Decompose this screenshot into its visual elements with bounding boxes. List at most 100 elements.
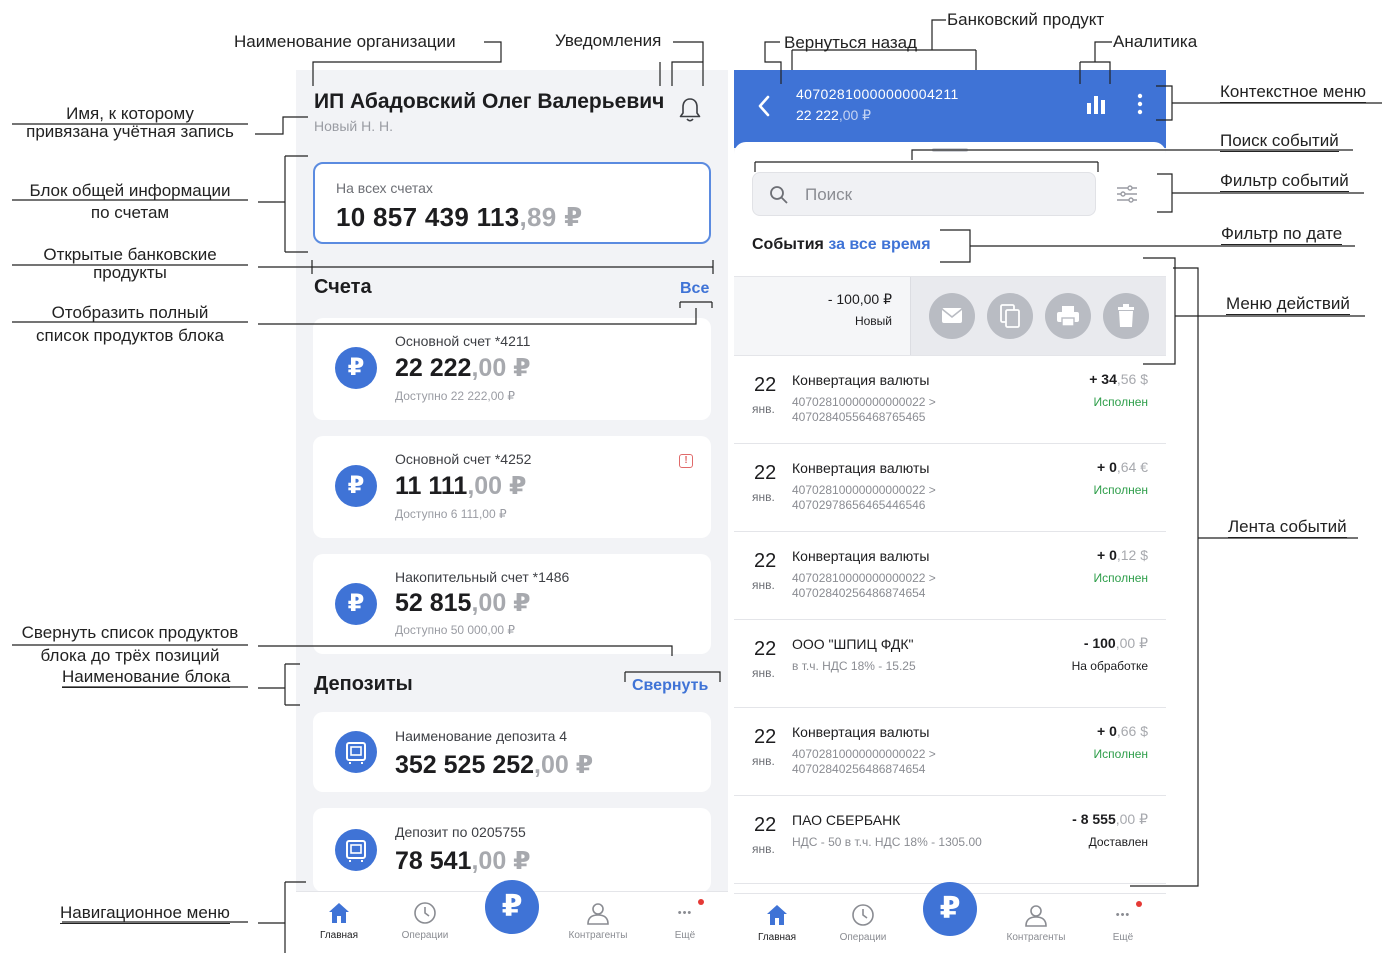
nav-contractors[interactable]: Контрагенты (558, 900, 638, 941)
trash-icon (1118, 304, 1134, 327)
account-screen: 40702810000000004211 22 222,00 ₽ Поиск С… (734, 70, 1166, 953)
account-balance: 22 222,00 ₽ (796, 107, 872, 123)
total-amount: 10 857 439 113,89 ₽ (336, 202, 583, 232)
total-balance-card[interactable]: На всех счетах 10 857 439 113,89 ₽ (313, 162, 711, 244)
user-name: Новый Н. Н. (314, 118, 393, 134)
account-name: Основной счет *4252 (395, 451, 532, 467)
annotation-event-search: Поиск событий (1220, 131, 1339, 152)
safe-icon (335, 829, 377, 871)
bottom-navigation: Главная Операции ₽ Контрагенты ••• Ещё (734, 882, 1166, 953)
main-screen: ИП Абадовский Олег Валерьевич Новый Н. Н… (296, 70, 728, 953)
nav-operations[interactable]: Операции (385, 900, 465, 941)
annotation-event-feed: Лента событий (1228, 517, 1347, 538)
more-icon: ••• (677, 907, 693, 919)
warning-icon[interactable]: ! (679, 454, 693, 468)
annotation-event-filter: Фильтр событий (1220, 171, 1349, 192)
account-balance: 52 815,00 ₽ (395, 589, 531, 617)
account-header: 40702810000000004211 22 222,00 ₽ (734, 70, 1166, 148)
actions-menu (910, 277, 1166, 355)
annotation-actions-menu: Меню действий (1226, 294, 1350, 315)
annotation-collapse-list: Свернуть список продуктов блока до трёх п… (21, 623, 239, 665)
deposit-name: Депозит по 0205755 (395, 824, 526, 840)
sheet-handle[interactable] (932, 148, 968, 152)
annotation-block-name: Наименование блока (62, 667, 231, 688)
annotation-account-name: Имя, к которому привязана учётная запись (26, 104, 234, 141)
organization-name[interactable]: ИП Абадовский Олег Валерьевич (314, 90, 664, 114)
event-row[interactable]: 22 янв. Конвертация валюты 4070281000000… (734, 708, 1166, 796)
email-action-button[interactable] (929, 293, 975, 339)
event-row[interactable]: 22 янв. Конвертация валюты 4070281000000… (734, 532, 1166, 620)
back-arrow-icon[interactable] (756, 94, 772, 118)
copy-action-button[interactable] (987, 293, 1033, 339)
nav-payments-button[interactable]: ₽ (485, 880, 539, 934)
deposits-section-title: Депозиты (314, 673, 413, 695)
nav-contractors[interactable]: Контрагенты (996, 902, 1076, 943)
annotation-general-info: Блок общей информации по счетам (29, 181, 231, 222)
annotation-notifications: Уведомления (555, 31, 662, 50)
deposit-balance: 78 541,00 ₽ (395, 847, 531, 875)
date-filter-link[interactable]: за все время (828, 236, 930, 253)
event-amount: - 100,00 ₽ (827, 291, 892, 307)
events-sheet: Поиск События за все время - 100,00 ₽ Но… (734, 142, 1166, 902)
account-card[interactable]: ₽ Основной счет *4211 22 222,00 ₽ Доступ… (313, 318, 711, 420)
annotation-context-menu: Контекстное меню (1220, 82, 1367, 103)
clock-icon (852, 904, 874, 926)
annotation-show-full-list: Отобразить полный список продуктов блока (36, 303, 224, 345)
printer-icon (1057, 306, 1079, 327)
annotation-back: Вернуться назад (784, 33, 918, 52)
total-label: На всех счетах (336, 180, 433, 196)
account-name: Основной счет *4211 (395, 333, 531, 349)
annotation-org-name: Наименование организации (234, 32, 456, 51)
annotation-open-products: Открытые банковские продукты (43, 245, 217, 282)
envelope-icon (941, 308, 963, 323)
account-number[interactable]: 40702810000000004211 (796, 86, 959, 102)
more-icon: ••• (1115, 909, 1131, 921)
nav-home[interactable]: Главная (737, 902, 817, 943)
account-available: Доступно 22 222,00 ₽ (395, 389, 516, 403)
account-card[interactable]: ₽ Накопительный счет *1486 52 815,00 ₽ Д… (313, 554, 711, 654)
account-available: Доступно 6 111,00 ₽ (395, 507, 507, 521)
event-status: Новый (854, 314, 892, 328)
deposit-balance: 352 525 252,00 ₽ (395, 751, 594, 779)
annotation-date-filter: Фильтр по дате (1221, 224, 1343, 245)
nav-operations[interactable]: Операции (823, 902, 903, 943)
nav-home[interactable]: Главная (299, 900, 379, 941)
bell-icon[interactable] (678, 96, 702, 124)
ruble-icon: ₽ (335, 583, 377, 625)
account-balance: 22 222,00 ₽ (395, 354, 531, 382)
ruble-icon: ₽ (335, 465, 377, 507)
nav-more[interactable]: ••• Ещё (1083, 902, 1163, 943)
notification-dot (698, 899, 704, 905)
notification-dot (1136, 901, 1142, 907)
collapse-link[interactable]: Свернуть (632, 677, 708, 695)
nav-payments-button[interactable]: ₽ (923, 882, 977, 936)
home-icon (767, 905, 787, 925)
filter-icon[interactable] (1116, 184, 1138, 204)
account-card[interactable]: ₽ Основной счет *4252 11 111,00 ₽ Доступ… (313, 436, 711, 538)
event-row[interactable]: 22 янв. Конвертация валюты 4070281000000… (734, 356, 1166, 444)
person-icon (1025, 905, 1047, 927)
ruble-icon: ₽ (335, 347, 377, 389)
nav-more[interactable]: ••• Ещё (645, 900, 725, 941)
print-action-button[interactable] (1045, 293, 1091, 339)
bottom-navigation: Главная Операции ₽ Контрагенты ••• Ещё (296, 880, 728, 953)
annotation-analytics: Аналитика (1113, 32, 1198, 51)
clock-icon (414, 902, 436, 924)
show-all-link[interactable]: Все (680, 280, 709, 298)
event-row[interactable]: 22 янв. ПАО СБЕРБАНК НДС - 50 в т.ч. НДС… (734, 796, 1166, 884)
deposit-name: Наименование депозита 4 (395, 728, 568, 744)
account-available: Доступно 50 000,00 ₽ (395, 623, 516, 637)
home-icon (329, 903, 349, 923)
deposit-card[interactable]: Наименование депозита 4 352 525 252,00 ₽ (313, 712, 711, 792)
annotation-bank-product: Банковский продукт (947, 10, 1105, 29)
kebab-menu-icon[interactable] (1136, 92, 1144, 116)
events-header: События за все время (752, 236, 931, 253)
event-row[interactable]: 22 янв. ООО "ШПИЦ ФДК" в т.ч. НДС 18% - … (734, 620, 1166, 708)
accounts-section-title: Счета (314, 276, 372, 298)
account-balance: 11 111,00 ₽ (395, 472, 527, 500)
event-row[interactable]: 22 янв. Конвертация валюты 4070281000000… (734, 444, 1166, 532)
delete-action-button[interactable] (1103, 293, 1149, 339)
event-action-row[interactable]: - 100,00 ₽ Новый (734, 276, 1166, 356)
search-input[interactable]: Поиск (752, 172, 1096, 216)
analytics-icon[interactable] (1084, 92, 1108, 116)
